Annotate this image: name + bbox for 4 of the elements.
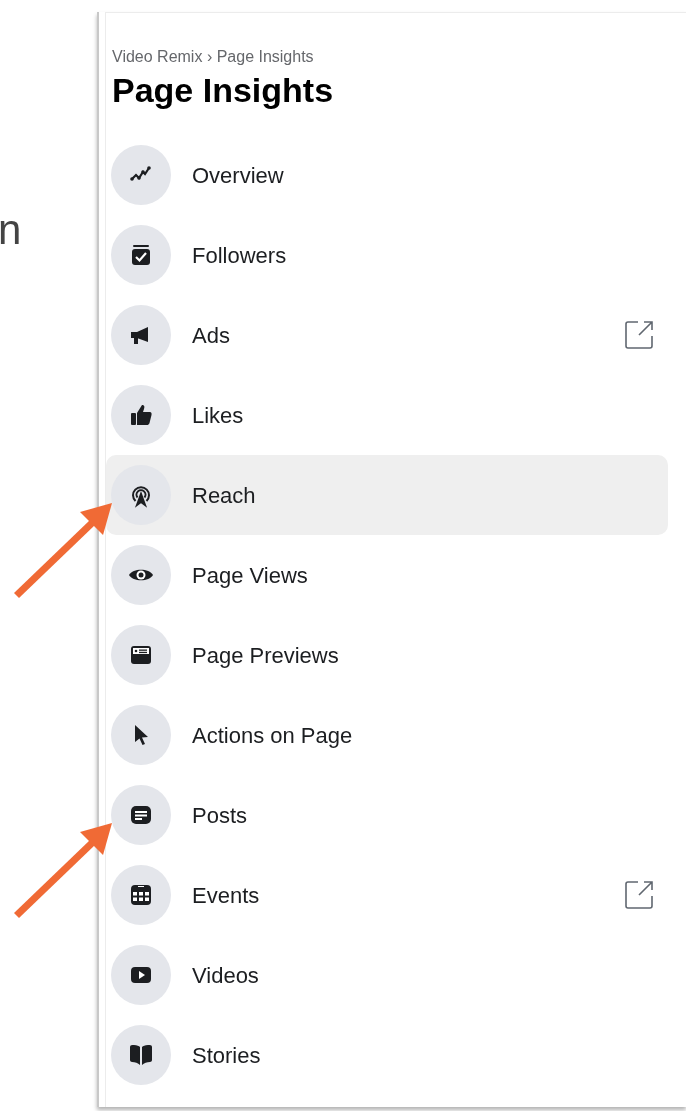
breadcrumb: Video Remix › Page Insights [111, 47, 315, 67]
page-title: Page Insights [111, 70, 335, 110]
cut-off-text: n [0, 205, 23, 255]
menu-item[interactable]: Reach [106, 455, 668, 535]
